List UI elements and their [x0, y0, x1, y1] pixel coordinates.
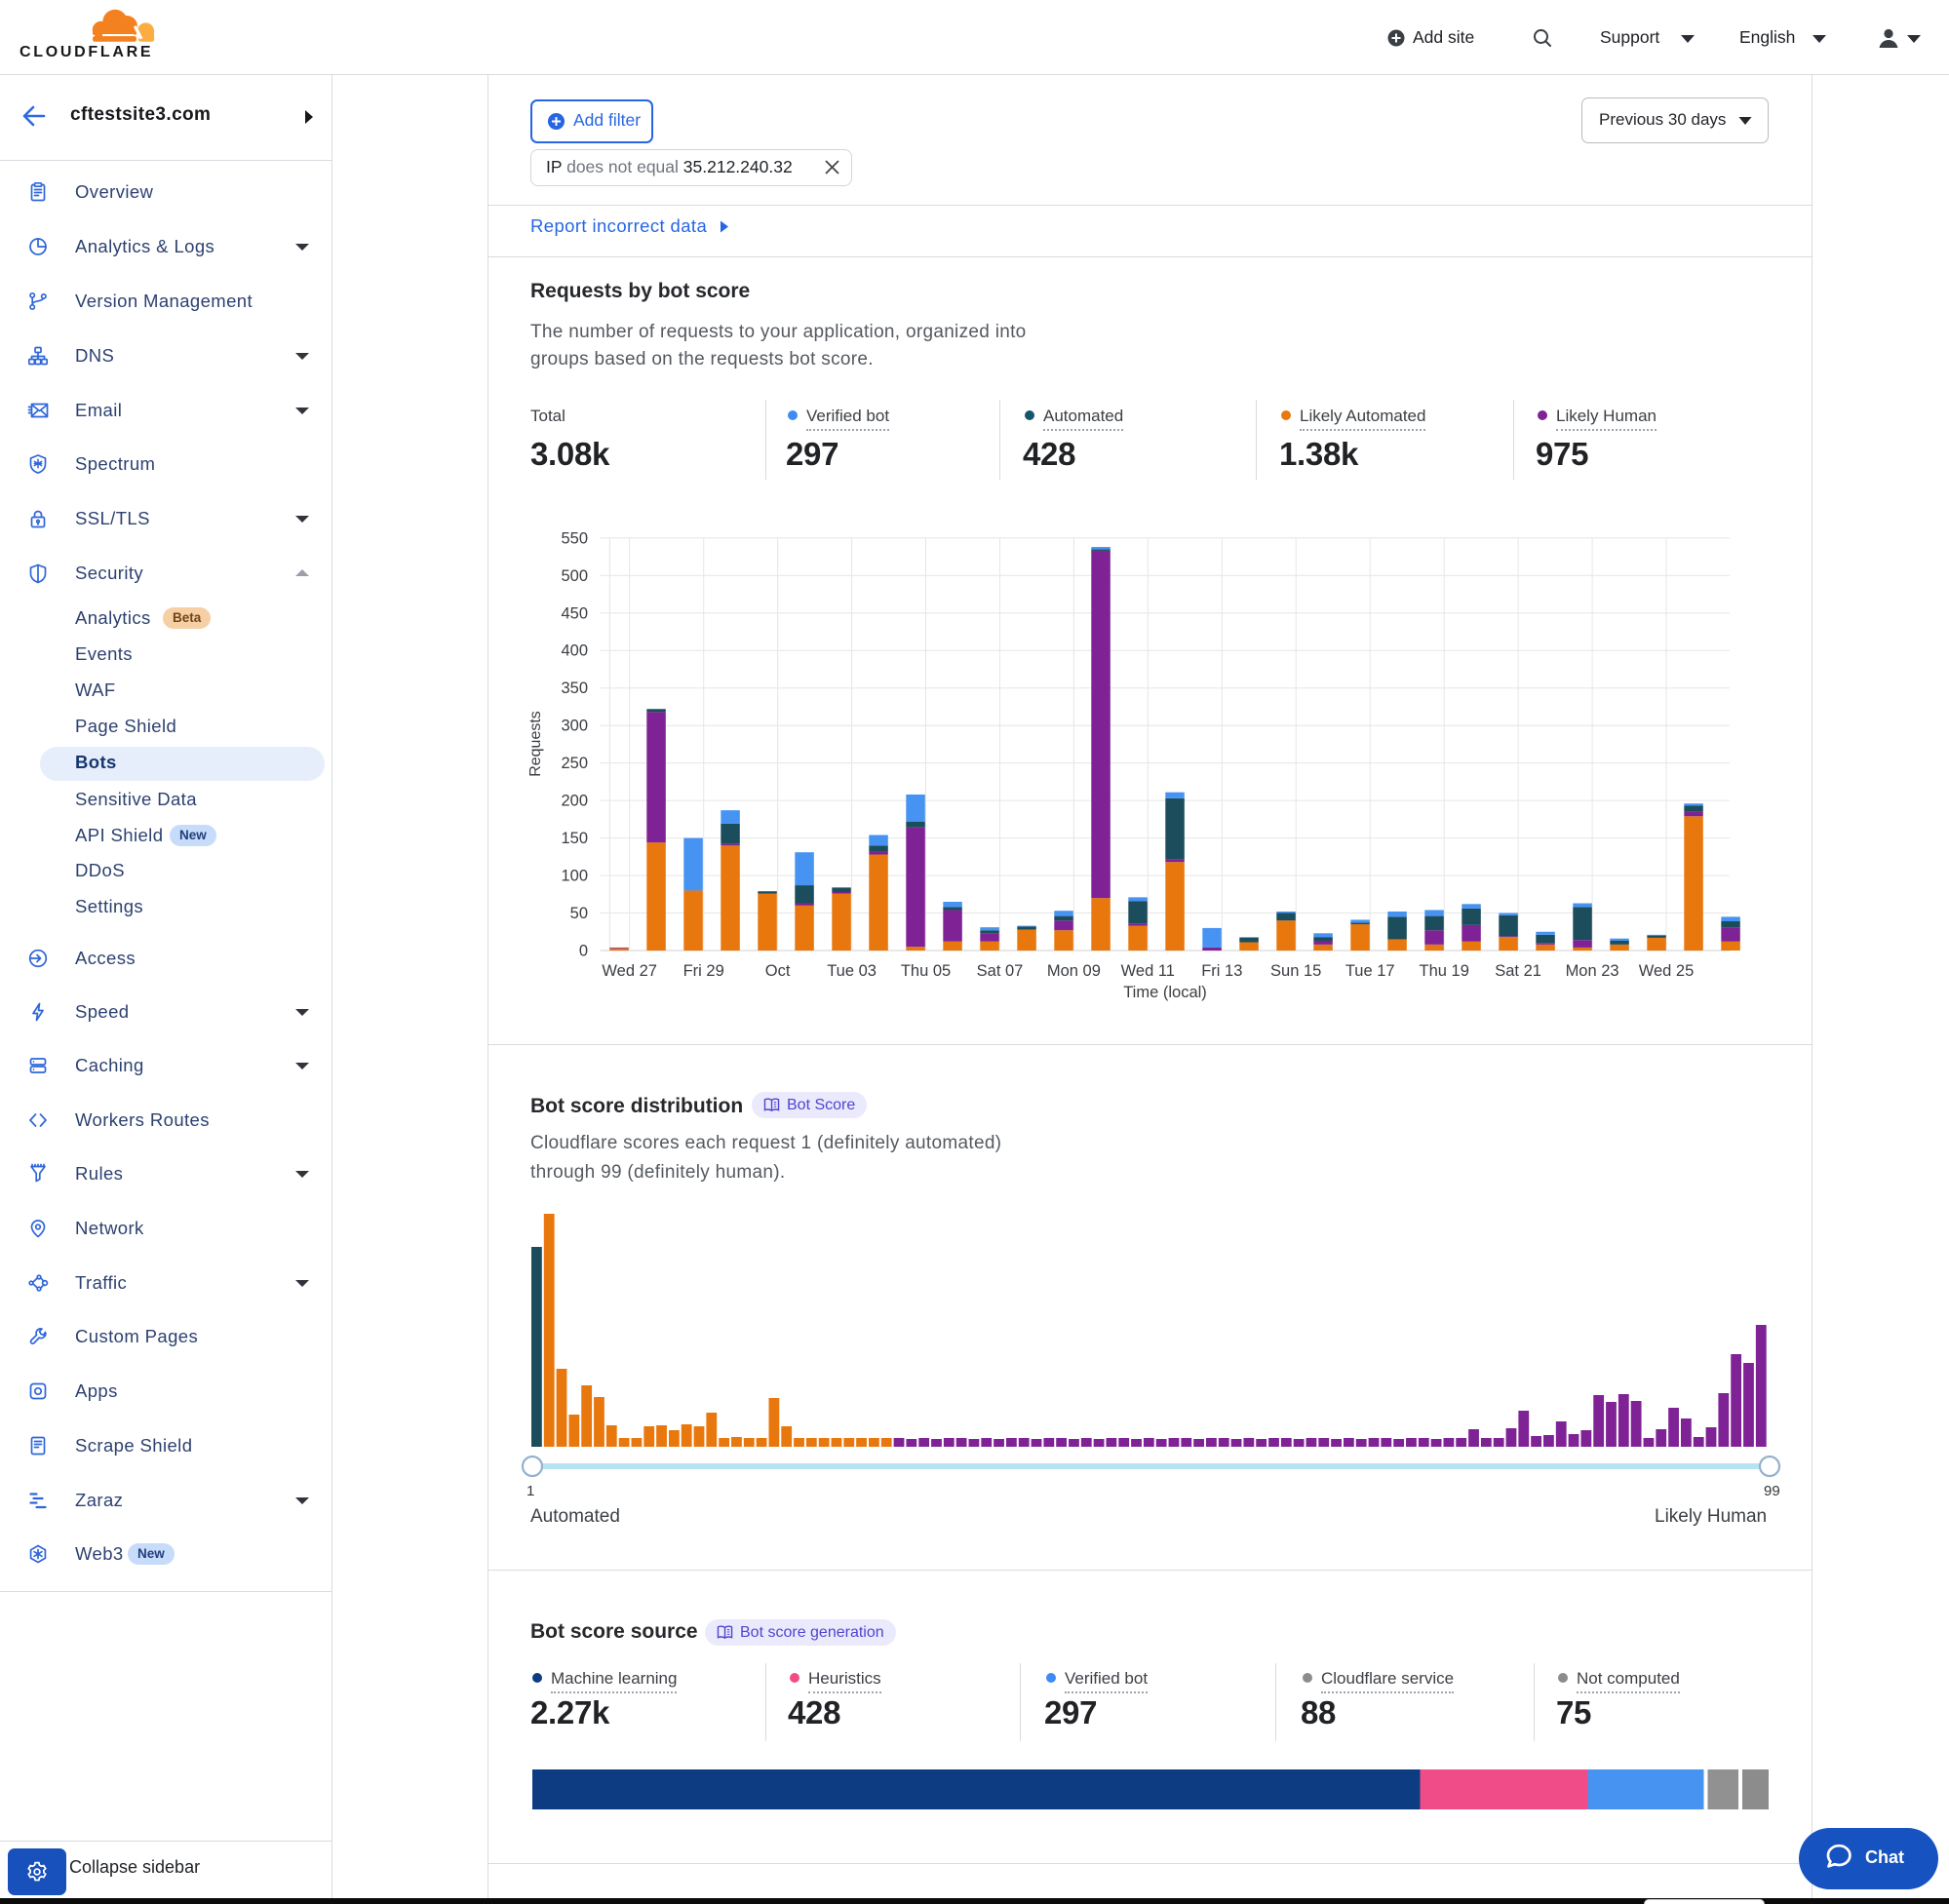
svg-text:Sat 07: Sat 07	[977, 962, 1024, 980]
svg-text:Requests: Requests	[527, 711, 544, 777]
svg-text:50: 50	[570, 905, 588, 922]
svg-text:Fri 29: Fri 29	[683, 962, 724, 980]
svg-text:400: 400	[561, 642, 588, 660]
svg-text:500: 500	[561, 567, 588, 585]
svg-text:Wed 27: Wed 27	[602, 962, 657, 980]
svg-text:550: 550	[561, 529, 588, 547]
svg-text:Sat 21: Sat 21	[1495, 962, 1541, 980]
svg-text:200: 200	[561, 793, 588, 810]
svg-text:Wed 25: Wed 25	[1639, 962, 1695, 980]
svg-text:300: 300	[561, 718, 588, 735]
svg-text:Thu 19: Thu 19	[1420, 962, 1469, 980]
svg-text:150: 150	[561, 830, 588, 847]
svg-text:100: 100	[561, 868, 588, 885]
svg-text:Wed 11: Wed 11	[1121, 962, 1175, 980]
svg-text:250: 250	[561, 755, 588, 772]
svg-text:Oct: Oct	[765, 962, 791, 980]
svg-text:Time (local): Time (local)	[1123, 984, 1207, 1001]
svg-text:Thu 05: Thu 05	[901, 962, 951, 980]
svg-text:Tue 03: Tue 03	[827, 962, 877, 980]
svg-text:0: 0	[579, 943, 588, 960]
svg-text:Mon 09: Mon 09	[1047, 962, 1101, 980]
svg-text:Fri 13: Fri 13	[1201, 962, 1242, 980]
svg-text:350: 350	[561, 680, 588, 697]
svg-text:Tue 17: Tue 17	[1345, 962, 1395, 980]
svg-text:Sun 15: Sun 15	[1270, 962, 1321, 980]
svg-text:Mon 23: Mon 23	[1566, 962, 1619, 980]
svg-text:450: 450	[561, 604, 588, 622]
